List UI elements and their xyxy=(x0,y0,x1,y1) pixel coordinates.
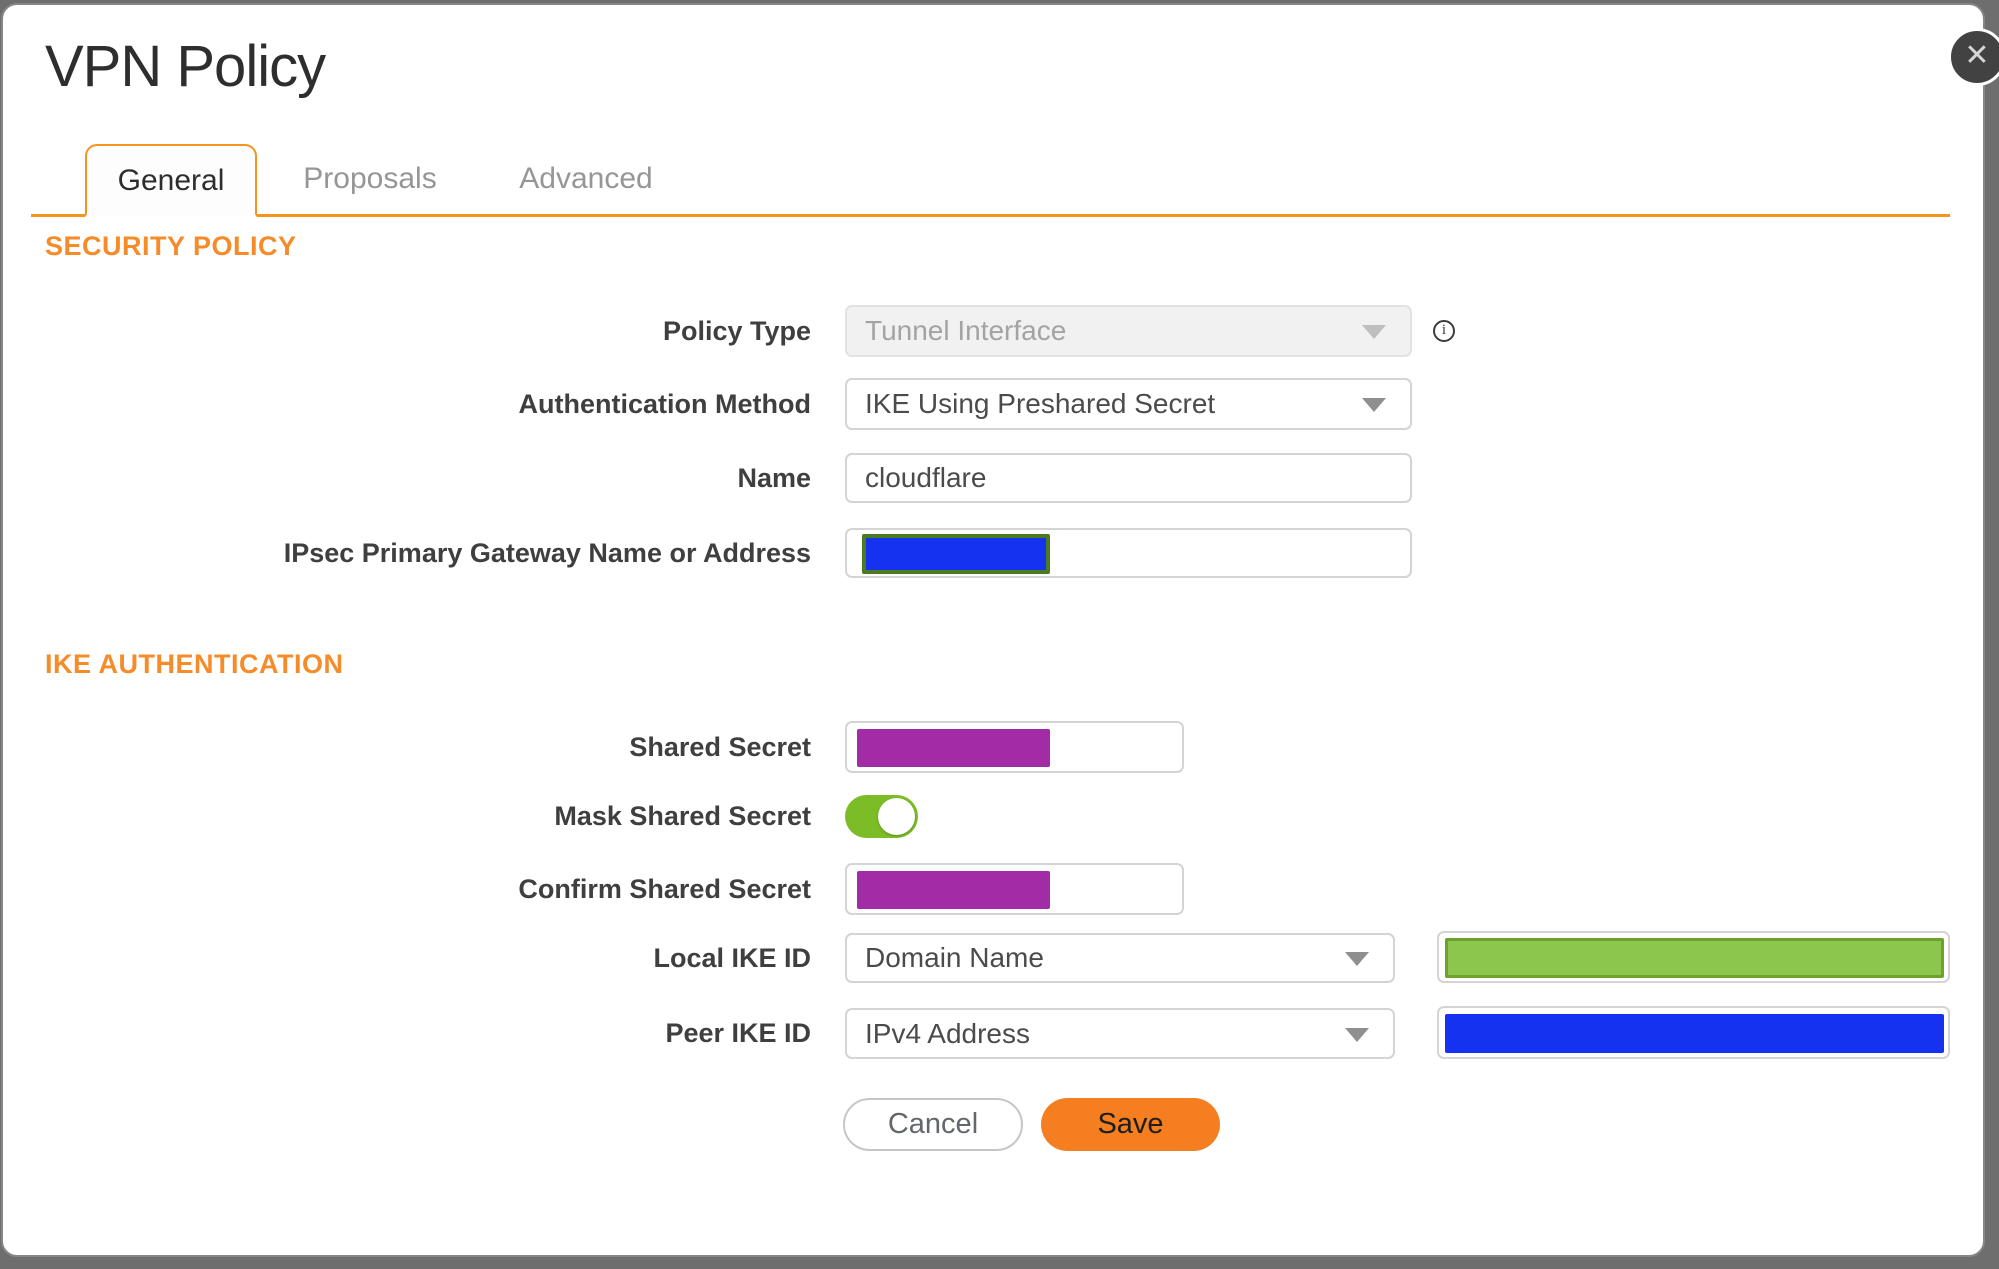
tab-bar: General Proposals Advanced xyxy=(31,144,1950,217)
mask-shared-secret-toggle[interactable] xyxy=(845,795,918,838)
peer-ike-id-select[interactable]: IPv4 Address xyxy=(845,1008,1395,1059)
confirm-shared-secret-label: Confirm Shared Secret xyxy=(518,874,811,904)
policy-type-select[interactable]: Tunnel Interface xyxy=(845,305,1412,357)
confirm-shared-secret-input[interactable] xyxy=(845,863,1184,915)
local-ike-id-redaction-box xyxy=(1445,938,1944,978)
chevron-down-icon xyxy=(1362,325,1386,339)
vpn-policy-dialog: VPN Policy General Proposals Advanced SE… xyxy=(1,3,1985,1257)
policy-type-label: Policy Type xyxy=(662,316,811,346)
toggle-knob xyxy=(878,798,915,835)
authentication-method-value: IKE Using Preshared Secret xyxy=(865,388,1216,419)
info-icon[interactable]: i xyxy=(1433,320,1455,342)
peer-ike-id-redaction-box xyxy=(1445,1014,1944,1053)
chevron-down-icon xyxy=(1362,398,1386,412)
cancel-button[interactable]: Cancel xyxy=(843,1098,1023,1151)
local-ike-id-label: Local IKE ID xyxy=(653,943,811,973)
peer-ike-id-value: IPv4 Address xyxy=(865,1017,1030,1049)
name-label: Name xyxy=(737,463,811,493)
tab-proposals[interactable]: Proposals xyxy=(285,144,455,214)
mask-shared-secret-label: Mask Shared Secret xyxy=(554,801,811,831)
local-ike-id-value-input[interactable] xyxy=(1437,931,1950,983)
shared-secret-label: Shared Secret xyxy=(629,732,811,762)
shared-secret-input[interactable] xyxy=(845,721,1184,773)
close-icon[interactable]: ✕ xyxy=(1948,28,1999,86)
tab-general[interactable]: General xyxy=(85,144,257,217)
peer-ike-id-value-input[interactable] xyxy=(1437,1006,1950,1059)
local-ike-id-value: Domain Name xyxy=(865,942,1044,973)
dialog-title: VPN Policy xyxy=(45,34,326,99)
chevron-down-icon xyxy=(1345,952,1369,966)
save-button[interactable]: Save xyxy=(1041,1098,1220,1151)
local-ike-id-select[interactable]: Domain Name xyxy=(845,933,1395,983)
authentication-method-label: Authentication Method xyxy=(518,389,811,419)
confirm-shared-secret-redaction-box xyxy=(857,871,1050,909)
chevron-down-icon xyxy=(1345,1027,1369,1042)
policy-type-value: Tunnel Interface xyxy=(865,315,1067,346)
gateway-redaction-box xyxy=(862,534,1050,574)
authentication-method-select[interactable]: IKE Using Preshared Secret xyxy=(845,378,1412,430)
name-input[interactable]: cloudflare xyxy=(845,453,1412,503)
gateway-input[interactable] xyxy=(845,528,1412,578)
tab-advanced[interactable]: Advanced xyxy=(501,144,671,214)
screen: VPN Policy General Proposals Advanced SE… xyxy=(0,0,1999,1269)
peer-ike-id-label: Peer IKE ID xyxy=(665,1018,811,1048)
section-security-policy: SECURITY POLICY xyxy=(45,231,297,261)
shared-secret-redaction-box xyxy=(857,729,1050,767)
section-ike-authentication: IKE AUTHENTICATION xyxy=(45,649,344,679)
gateway-label: IPsec Primary Gateway Name or Address xyxy=(283,538,811,568)
name-value: cloudflare xyxy=(865,462,987,493)
